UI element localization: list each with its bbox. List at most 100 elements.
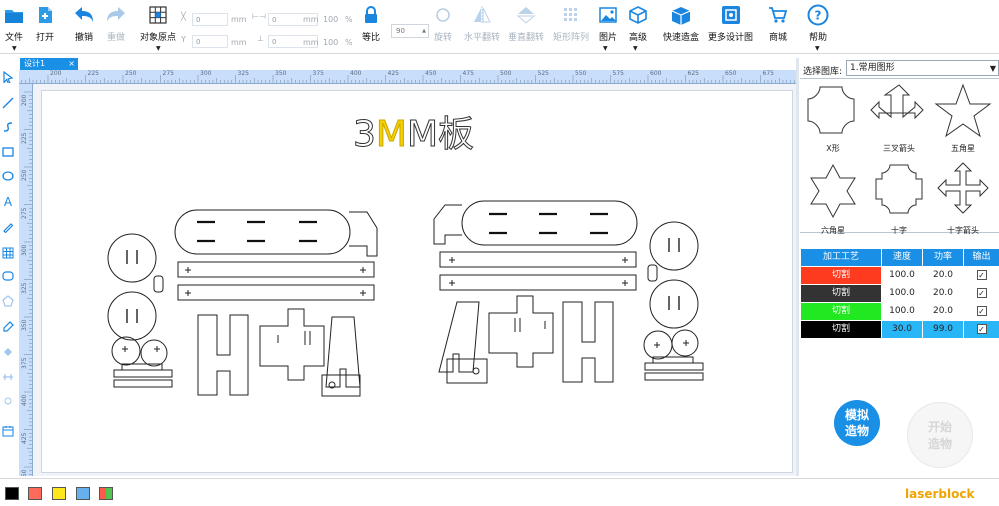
cross-icon: [875, 164, 923, 214]
curve-tool-icon[interactable]: [1, 120, 15, 134]
file-dropdown-caret[interactable]: ▼: [12, 45, 17, 52]
advanced-button[interactable]: 高级: [627, 4, 649, 43]
shape-trident-arrow[interactable]: 三叉箭头: [868, 81, 930, 156]
ruler-h-label: 425: [387, 70, 399, 77]
rect-array-button[interactable]: 矩形阵列: [553, 4, 589, 43]
layer-power[interactable]: 99.0: [923, 321, 963, 338]
layer-power[interactable]: 20.0: [923, 285, 963, 302]
x-coord-input[interactable]: [192, 13, 228, 26]
layer-speed[interactable]: 100.0: [882, 303, 922, 320]
color-swatch-yellow[interactable]: [52, 487, 66, 500]
layer-output-checkbox[interactable]: ✓: [964, 285, 999, 302]
design-drawing[interactable]: 3MM板: [42, 91, 794, 474]
angle-select[interactable]: 90 ▲: [391, 24, 429, 38]
object-origin-dropdown-caret[interactable]: ▼: [156, 45, 161, 52]
image-button[interactable]: 图片: [597, 4, 619, 43]
quick-box-button[interactable]: 快速造盒: [663, 4, 699, 43]
shape-six-star[interactable]: 六角星: [802, 159, 864, 235]
object-origin-button[interactable]: 对象原点: [140, 4, 176, 43]
undo-button[interactable]: 撤销: [73, 4, 95, 43]
ruler-h-label: 350: [275, 70, 287, 77]
color-swatch-black[interactable]: [5, 487, 19, 500]
shape-x[interactable]: X形: [802, 81, 864, 156]
layer-output-checkbox[interactable]: ✓: [964, 321, 999, 338]
ruler-h-label: 525: [537, 70, 549, 77]
title-highlight: M: [376, 114, 407, 155]
node-tool-icon[interactable]: [1, 394, 15, 408]
polygon-tool-icon[interactable]: [1, 294, 15, 308]
part-plank-left: [174, 209, 351, 255]
calendar-tool-icon[interactable]: [1, 424, 15, 438]
width-percent-value[interactable]: 100: [323, 15, 338, 24]
layer-process[interactable]: 切割: [801, 285, 881, 302]
layer-process[interactable]: 切割: [801, 321, 881, 338]
color-swatch-red[interactable]: [28, 487, 42, 500]
open-button[interactable]: 打开: [34, 4, 56, 43]
title-rest: M板: [407, 114, 474, 155]
ruler-h-label: 300: [200, 70, 212, 77]
layer-speed[interactable]: 100.0: [882, 285, 922, 302]
part-wheel-left-2: [107, 291, 157, 341]
start-label-1: 开始: [927, 420, 952, 434]
height-percent-value[interactable]: 100: [323, 38, 338, 47]
measure-tool-icon[interactable]: [1, 370, 15, 384]
layer-process[interactable]: 切割: [801, 267, 881, 284]
layer-row[interactable]: 切割 100.0 20.0 ✓: [801, 267, 999, 284]
layer-power[interactable]: 20.0: [923, 267, 963, 284]
eraser-tool-icon[interactable]: [1, 319, 15, 333]
ruler-h-label: 550: [575, 70, 587, 77]
ellipse-tool-icon[interactable]: [1, 169, 15, 183]
material-sheet[interactable]: 3MM板: [41, 90, 793, 473]
file-button[interactable]: 文件: [3, 4, 25, 43]
canvas-scrollbar[interactable]: [796, 58, 799, 476]
layer-row-selected[interactable]: 切割 30.0 99.0 ✓: [801, 321, 999, 338]
pen-tool-icon[interactable]: [1, 220, 15, 234]
image-dropdown-caret[interactable]: ▼: [603, 45, 608, 52]
help-button[interactable]: ? 帮助: [807, 4, 829, 43]
layer-power[interactable]: 20.0: [923, 303, 963, 320]
layer-row[interactable]: 切割 100.0 20.0 ✓: [801, 303, 999, 320]
help-dropdown-caret[interactable]: ▼: [815, 45, 820, 52]
layer-output-checkbox[interactable]: ✓: [964, 267, 999, 284]
select-tool-icon[interactable]: [1, 70, 15, 84]
design-canvas[interactable]: 3MM板: [33, 84, 796, 476]
layer-speed[interactable]: 100.0: [882, 267, 922, 284]
more-designs-button[interactable]: 更多设计图: [708, 4, 753, 43]
angle-value: 90: [396, 27, 405, 35]
library-select[interactable]: 1.常用图形 ▼: [846, 60, 999, 76]
redo-button[interactable]: 重做: [105, 4, 127, 43]
ruler-v-label: 200: [21, 94, 28, 106]
rounded-rect-tool-icon[interactable]: [1, 269, 15, 283]
text-tool-icon[interactable]: A: [1, 194, 15, 208]
height-icon: ⊥: [257, 34, 264, 43]
proportional-button[interactable]: 等比: [360, 4, 382, 43]
line-tool-icon[interactable]: [1, 96, 15, 110]
layer-speed[interactable]: 30.0: [882, 321, 922, 338]
advanced-dropdown-caret[interactable]: ▼: [633, 45, 638, 52]
start-button[interactable]: 开始 造物: [907, 402, 973, 468]
tab-design-1[interactable]: 设计1 ×: [20, 58, 78, 70]
check-icon: ✓: [976, 269, 987, 280]
shape-five-star[interactable]: 五角星: [932, 81, 994, 156]
svg-text:A: A: [4, 195, 13, 207]
ruler-v-label: 250: [21, 169, 28, 181]
color-swatch-blue[interactable]: [76, 487, 90, 500]
layer-output-checkbox[interactable]: ✓: [964, 303, 999, 320]
shape-cross[interactable]: 十字: [868, 159, 930, 235]
y-coord-input[interactable]: [192, 35, 228, 48]
rotate-button[interactable]: 旋转: [432, 4, 454, 43]
shape-cross-arrow[interactable]: 十字箭头: [932, 159, 994, 235]
layer-process[interactable]: 切割: [801, 303, 881, 320]
store-button[interactable]: 商城: [767, 4, 789, 43]
color-swatch-multicolor[interactable]: [99, 487, 113, 500]
layer-row[interactable]: 切割 100.0 20.0 ✓: [801, 285, 999, 302]
rectangle-tool-icon[interactable]: [1, 145, 15, 159]
flip-vertical-button[interactable]: 垂直翻转: [508, 4, 544, 43]
redo-icon: [105, 4, 127, 26]
part-bar-right-1: [439, 251, 637, 268]
simulate-button[interactable]: 模拟 造物: [834, 400, 880, 446]
flip-horizontal-button[interactable]: 水平翻转: [464, 4, 500, 43]
fill-tool-icon[interactable]: [1, 345, 15, 359]
tab-close-icon[interactable]: ×: [68, 58, 75, 70]
table-tool-icon[interactable]: [1, 246, 15, 260]
